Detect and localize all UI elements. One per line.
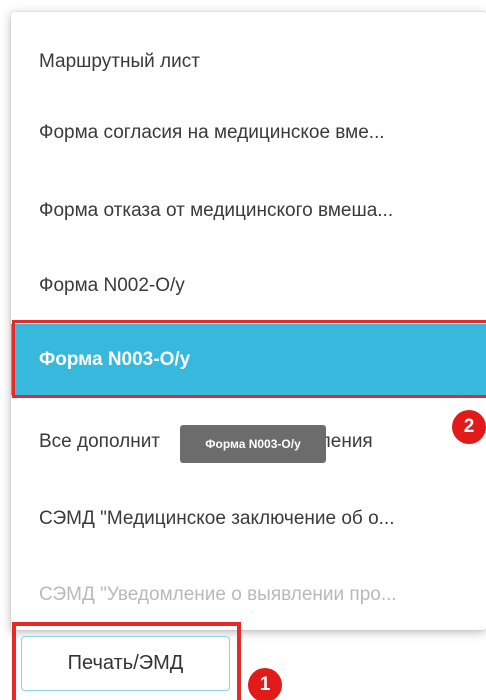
- menu-item-refusal-form[interactable]: Форма отказа от медицинского вмеша...: [11, 183, 486, 239]
- annotation-badge-1: 1: [248, 668, 282, 700]
- annotation-badge-2: 2: [452, 410, 486, 444]
- menu-item-all-additional-label-start: Все дополнит: [39, 431, 161, 452]
- print-emd-button[interactable]: Печать/ЭМД: [21, 636, 230, 691]
- menu-item-semd-notification: СЭМД "Уведомление о выявлении про...: [39, 584, 397, 605]
- menu-item-form-n002[interactable]: Форма N002-О/у: [11, 258, 486, 314]
- menu-item-consent-form[interactable]: Форма согласия на медицинское вме...: [11, 105, 486, 161]
- menu-item-semd-medical-conclusion[interactable]: СЭМД "Медицинское заключение об о...: [11, 491, 486, 547]
- screenshot-stage: Маршрутный лист Форма согласия на медици…: [0, 0, 486, 700]
- menu-item-route-sheet[interactable]: Маршрутный лист: [11, 34, 486, 90]
- tooltip-form-n003: Форма N003-О/у: [180, 425, 326, 463]
- print-dropdown-menu: Маршрутный лист Форма согласия на медици…: [11, 12, 486, 630]
- menu-item-form-n003[interactable]: Форма N003-О/у: [11, 324, 486, 395]
